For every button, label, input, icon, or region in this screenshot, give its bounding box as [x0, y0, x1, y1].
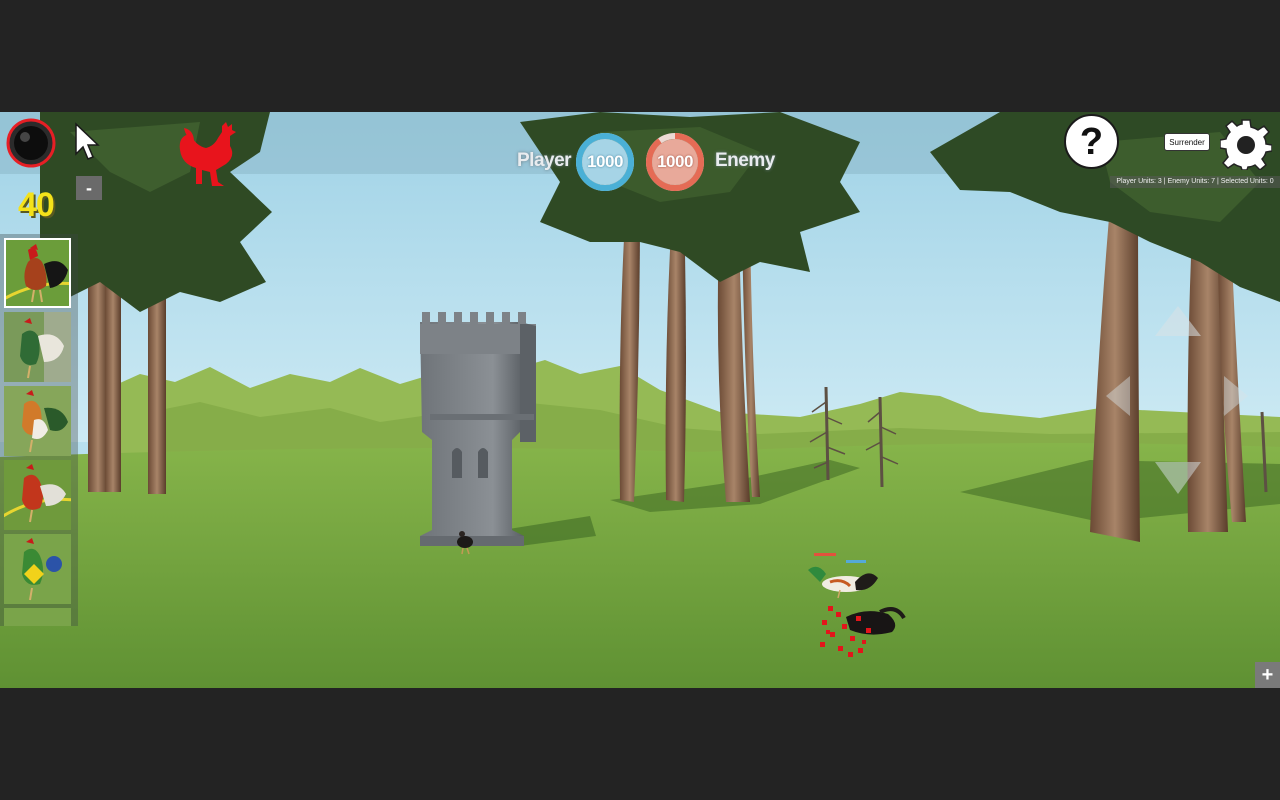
resource-counter: 40: [18, 186, 55, 224]
letterbox-bottom: [0, 688, 1280, 800]
question-icon: ?: [1079, 120, 1104, 163]
unit-card-orange-white-rooster[interactable]: [4, 386, 71, 456]
surrender-label: Surrender: [1169, 137, 1205, 147]
plus-label: +: [1261, 663, 1274, 686]
unit-stats-bar: Player Units: 3 | Enemy Units: 7 | Selec…: [1110, 176, 1280, 188]
unit-card-green-white-rooster[interactable]: [4, 312, 71, 382]
minus-button[interactable]: -: [76, 176, 102, 200]
arrow-pad-icon: [1106, 306, 1248, 494]
minus-label: -: [86, 177, 92, 198]
red-orange-rooster-icon: [4, 460, 71, 530]
game-viewport[interactable]: Player Units: 3 | Enemy Units: 7 | Selec…: [0, 112, 1280, 688]
settings-button[interactable]: [1220, 118, 1272, 170]
select-cursor-button[interactable]: [72, 122, 104, 162]
rooster-icon: [179, 122, 236, 186]
camera-down-button[interactable]: [1155, 462, 1201, 494]
letterbox-top: [0, 0, 1280, 112]
unit-card-red-orange-rooster[interactable]: [4, 460, 71, 530]
red-black-rooster-icon: [6, 240, 69, 306]
player-health-ring: 1000: [576, 133, 634, 191]
player-label: Player: [517, 150, 572, 171]
camera-up-button[interactable]: [1155, 306, 1201, 336]
bomb-timer-icon: [6, 118, 56, 168]
green-yellow-rooster-icon: [4, 534, 71, 604]
help-button[interactable]: ?: [1064, 114, 1119, 169]
enemy-units-count: Enemy Units: 7: [1167, 178, 1216, 185]
team-emblem: [176, 120, 244, 190]
green-white-rooster-icon: [4, 312, 71, 382]
pointer-cursor-icon: [75, 122, 100, 160]
camera-right-button[interactable]: [1224, 376, 1248, 416]
enemy-health-value: 1000: [652, 139, 698, 185]
camera-left-button[interactable]: [1106, 376, 1130, 416]
camera-pad[interactable]: [1100, 296, 1270, 506]
unit-card-partial[interactable]: [4, 608, 71, 626]
enemy-label: Enemy: [715, 150, 775, 171]
selected-units-count: Selected Units: 0: [1220, 178, 1274, 185]
surrender-button[interactable]: Surrender: [1164, 133, 1210, 151]
player-health-value: 1000: [582, 139, 628, 185]
match-timer-button[interactable]: [6, 118, 56, 168]
plus-button[interactable]: +: [1255, 662, 1280, 688]
player-units-count: Player Units: 3: [1116, 178, 1162, 185]
enemy-health-ring: 1000: [646, 133, 704, 191]
unit-card-green-yellow-rooster[interactable]: [4, 534, 71, 604]
unit-card-red-black-rooster[interactable]: [4, 238, 71, 308]
orange-white-rooster-icon: [4, 386, 71, 456]
unit-card-list[interactable]: [0, 234, 78, 626]
game-scene[interactable]: [0, 112, 1280, 688]
gear-icon: [1220, 119, 1272, 170]
